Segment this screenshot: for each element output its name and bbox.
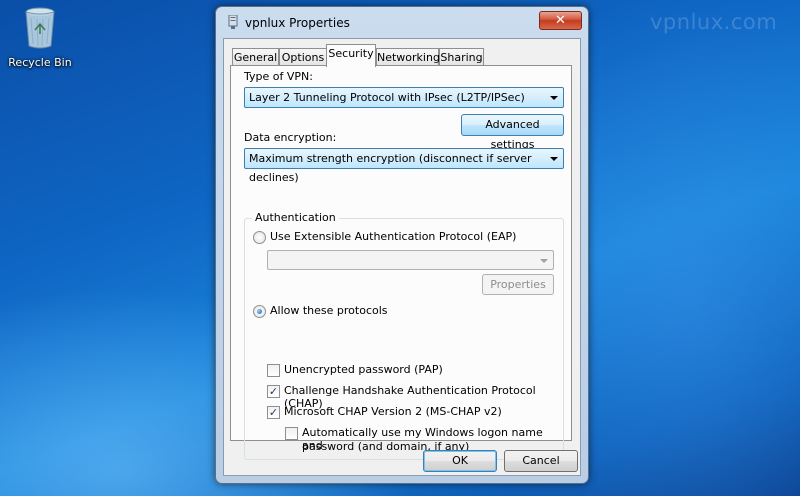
tab-security[interactable]: Security — [326, 44, 376, 67]
properties-dialog: vpnlux Properties ✕ General Options Secu… — [215, 6, 589, 484]
cancel-button[interactable]: Cancel — [504, 450, 578, 472]
chap-checkbox[interactable]: ✓ — [267, 385, 280, 398]
close-button[interactable]: ✕ — [539, 11, 582, 30]
vpn-type-label: Type of VPN: — [244, 70, 313, 83]
eap-radio[interactable] — [253, 231, 266, 244]
recycle-bin-icon — [25, 7, 55, 49]
tab-sharing[interactable]: Sharing — [439, 48, 484, 66]
authentication-group-title: Authentication — [252, 211, 339, 224]
eap-radio-label[interactable]: Use Extensible Authentication Protocol (… — [270, 230, 516, 243]
allow-protocols-label[interactable]: Allow these protocols — [270, 304, 388, 317]
dialog-client-area: General Options Security Networking Shar… — [223, 38, 581, 476]
tab-options[interactable]: Options — [279, 48, 327, 66]
recycle-bin-desktop-icon[interactable]: Recycle Bin — [6, 6, 74, 69]
window-title: vpnlux Properties — [245, 16, 350, 30]
allow-protocols-radio[interactable] — [253, 305, 266, 318]
chevron-down-icon — [550, 157, 558, 161]
tab-general[interactable]: General — [232, 48, 279, 66]
tab-networking[interactable]: Networking — [376, 48, 440, 66]
vpn-type-value: Layer 2 Tunneling Protocol with IPsec (L… — [249, 91, 525, 104]
chevron-down-icon — [540, 259, 548, 263]
ok-button[interactable]: OK — [423, 450, 497, 472]
pap-checkbox[interactable] — [267, 364, 280, 377]
checkmark-icon: ✓ — [268, 406, 279, 419]
pap-label[interactable]: Unencrypted password (PAP) — [284, 363, 443, 376]
auto-logon-checkbox[interactable] — [285, 427, 298, 440]
encryption-dropdown[interactable]: Maximum strength encryption (disconnect … — [244, 148, 564, 184]
recycle-bin-label: Recycle Bin — [8, 56, 72, 69]
encryption-value: Maximum strength encryption (disconnect … — [249, 152, 532, 184]
encryption-label: Data encryption: — [244, 131, 337, 144]
chevron-down-icon — [550, 96, 558, 100]
checkmark-icon: ✓ — [268, 385, 279, 398]
network-connection-icon — [228, 15, 238, 29]
security-tab-panel: Type of VPN: Layer 2 Tunneling Protocol … — [230, 65, 572, 460]
vpn-type-dropdown[interactable]: Layer 2 Tunneling Protocol with IPsec (L… — [244, 87, 564, 108]
mschap-v2-checkbox[interactable]: ✓ — [267, 406, 280, 419]
watermark: vpnlux.com — [650, 10, 778, 34]
title-bar[interactable]: vpnlux Properties ✕ — [216, 7, 588, 37]
close-icon: ✕ — [555, 13, 566, 28]
authentication-group: Authentication Use Extensible Authentica… — [244, 211, 564, 460]
eap-method-dropdown[interactable] — [267, 250, 554, 270]
advanced-settings-button[interactable]: Advanced settings — [461, 114, 564, 151]
eap-properties-button[interactable]: Properties — [482, 274, 554, 295]
mschap-v2-label[interactable]: Microsoft CHAP Version 2 (MS-CHAP v2) — [284, 405, 502, 418]
